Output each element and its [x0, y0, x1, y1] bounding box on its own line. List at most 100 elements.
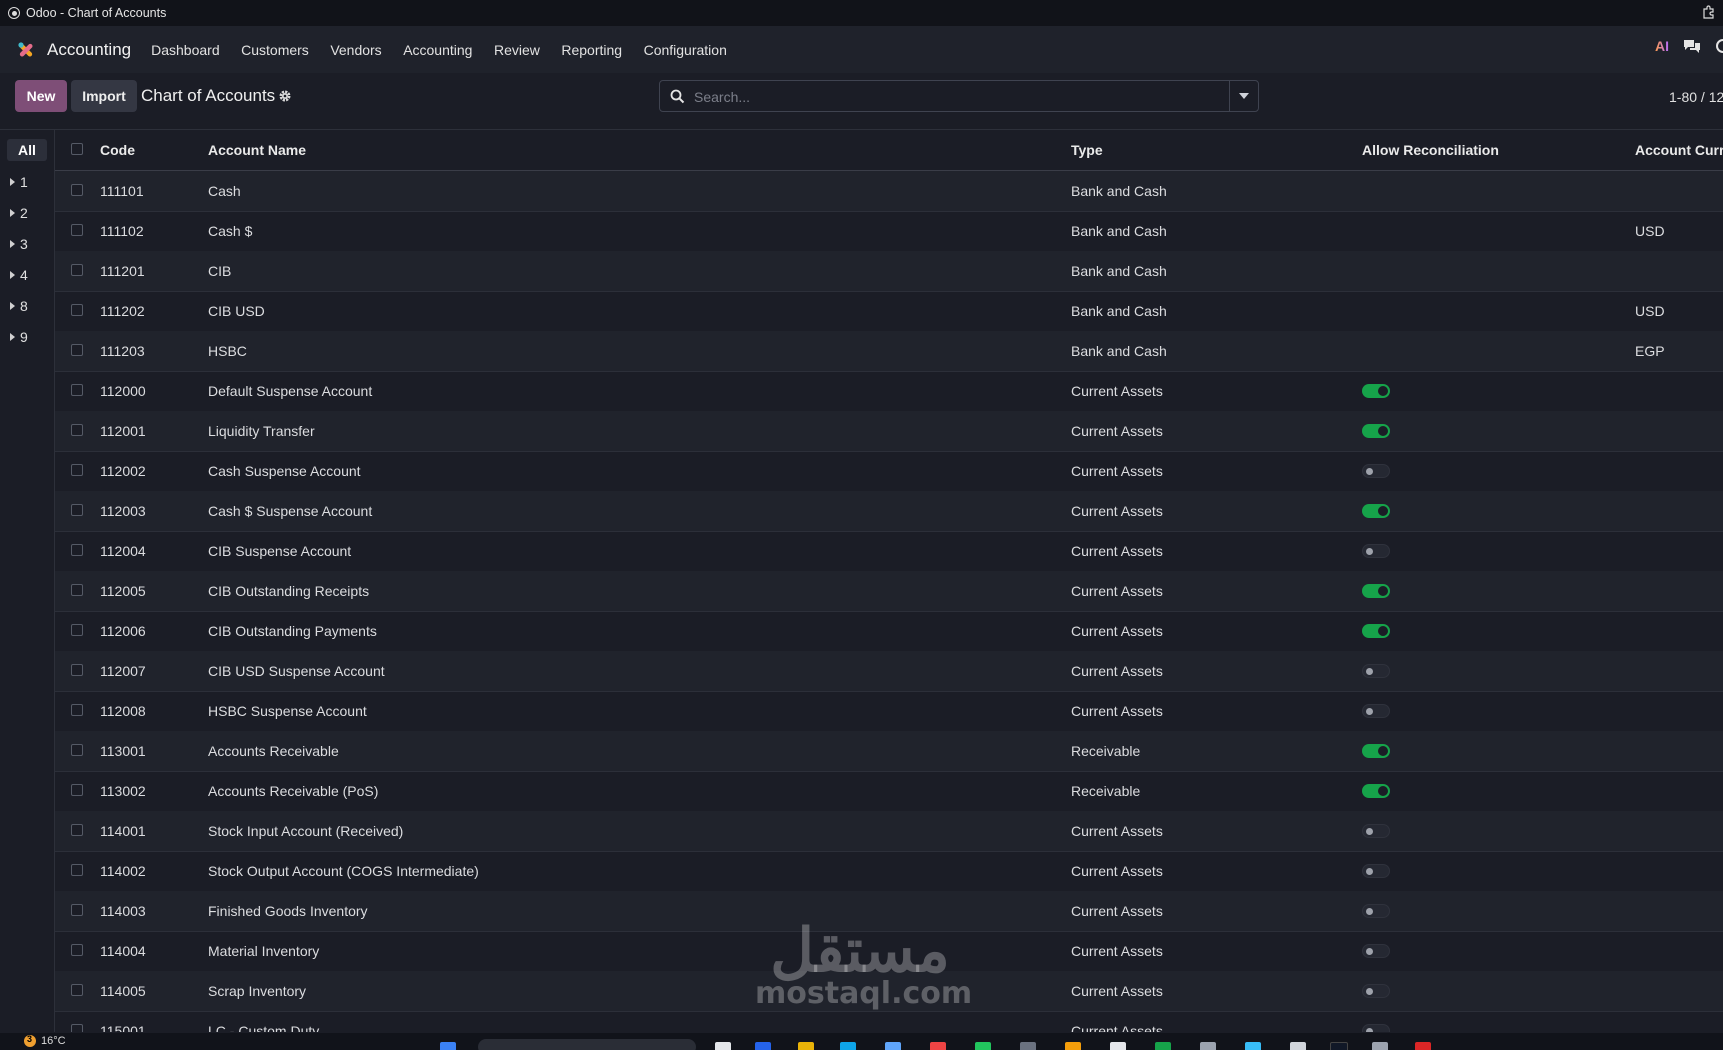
- chat-icon[interactable]: [1683, 38, 1701, 54]
- table-row[interactable]: 114001 Stock Input Account (Received) Curr…: [55, 811, 1723, 852]
- row-checkbox[interactable]: [71, 864, 83, 876]
- weather-widget[interactable]: 3 16°C: [24, 1034, 66, 1047]
- column-type[interactable]: Type: [1071, 142, 1103, 158]
- menu-vendors[interactable]: Vendors: [330, 42, 381, 58]
- taskbar-app-icon[interactable]: [1200, 1042, 1216, 1050]
- import-button[interactable]: Import: [71, 80, 137, 112]
- reconcile-toggle[interactable]: [1362, 944, 1390, 958]
- row-checkbox[interactable]: [71, 624, 83, 636]
- group-all[interactable]: All: [7, 139, 47, 161]
- group-item[interactable]: 2: [10, 205, 28, 221]
- reconcile-toggle[interactable]: [1362, 664, 1390, 678]
- extensions-icon[interactable]: [1701, 4, 1717, 20]
- row-checkbox[interactable]: [71, 704, 83, 716]
- row-checkbox[interactable]: [71, 824, 83, 836]
- reconcile-toggle[interactable]: [1362, 584, 1390, 598]
- select-all-checkbox[interactable]: [71, 143, 83, 155]
- group-item[interactable]: 1: [10, 174, 28, 190]
- reconcile-toggle[interactable]: [1362, 544, 1390, 558]
- table-row[interactable]: 112004 CIB Suspense Account Current Assets: [55, 531, 1723, 572]
- reconcile-toggle[interactable]: [1362, 784, 1390, 798]
- row-checkbox[interactable]: [71, 184, 83, 196]
- store-icon[interactable]: [885, 1042, 901, 1050]
- table-row[interactable]: 112001 Liquidity Transfer Current Assets: [55, 411, 1723, 452]
- taskbar-app-icon[interactable]: [1372, 1042, 1388, 1050]
- column-allow-reconciliation[interactable]: Allow Reconciliation: [1362, 142, 1499, 158]
- table-row[interactable]: 113001 Accounts Receivable Receivable: [55, 731, 1723, 772]
- table-row[interactable]: 112005 CIB Outstanding Receipts Current As…: [55, 571, 1723, 612]
- taskview-icon[interactable]: [715, 1042, 731, 1050]
- column-code[interactable]: Code: [100, 142, 135, 158]
- reconcile-toggle[interactable]: [1362, 464, 1390, 478]
- start-icon[interactable]: [440, 1042, 456, 1050]
- column-account-currency[interactable]: Account Curre: [1635, 142, 1723, 158]
- taskbar-app-icon[interactable]: [1330, 1042, 1348, 1050]
- row-checkbox[interactable]: [71, 344, 83, 356]
- reconcile-toggle[interactable]: [1362, 1024, 1390, 1032]
- reconcile-toggle[interactable]: [1362, 904, 1390, 918]
- group-item[interactable]: 8: [10, 298, 28, 314]
- search-input[interactable]: [692, 86, 1196, 108]
- row-checkbox[interactable]: [71, 664, 83, 676]
- group-item[interactable]: 9: [10, 329, 28, 345]
- browser-icon[interactable]: [1020, 1042, 1036, 1050]
- reconcile-toggle[interactable]: [1362, 424, 1390, 438]
- row-checkbox[interactable]: [71, 424, 83, 436]
- row-checkbox[interactable]: [71, 544, 83, 556]
- row-checkbox[interactable]: [71, 1024, 83, 1032]
- gear-icon[interactable]: [278, 89, 292, 103]
- table-row[interactable]: 111202 CIB USD Bank and Cash USD: [55, 291, 1723, 332]
- row-checkbox[interactable]: [71, 224, 83, 236]
- table-row[interactable]: 114004 Material Inventory Current Assets: [55, 931, 1723, 972]
- search-options-toggle[interactable]: [1229, 81, 1258, 111]
- row-checkbox[interactable]: [71, 384, 83, 396]
- reconcile-toggle[interactable]: [1362, 744, 1390, 758]
- accounting-app-icon[interactable]: [15, 39, 37, 61]
- ai-button[interactable]: AI: [1655, 38, 1669, 54]
- row-checkbox[interactable]: [71, 584, 83, 596]
- folder-icon[interactable]: [798, 1042, 814, 1050]
- group-item[interactable]: 3: [10, 236, 28, 252]
- table-row[interactable]: 112008 HSBC Suspense Account Current Asset…: [55, 691, 1723, 732]
- reconcile-toggle[interactable]: [1362, 504, 1390, 518]
- app-name[interactable]: Accounting: [47, 40, 131, 60]
- chrome-icon[interactable]: [1065, 1042, 1081, 1050]
- table-row[interactable]: 114002 Stock Output Account (COGS Interme…: [55, 851, 1723, 892]
- taskbar-app-icon[interactable]: [1415, 1042, 1431, 1050]
- row-checkbox[interactable]: [71, 304, 83, 316]
- taskbar-app-icon[interactable]: [975, 1042, 991, 1050]
- table-row[interactable]: 112002 Cash Suspense Account Current Asset…: [55, 451, 1723, 492]
- table-row[interactable]: 111203 HSBC Bank and Cash EGP: [55, 331, 1723, 372]
- reconcile-toggle[interactable]: [1362, 624, 1390, 638]
- table-row[interactable]: 112000 Default Suspense Account Current As…: [55, 371, 1723, 412]
- table-row[interactable]: 111201 CIB Bank and Cash: [55, 251, 1723, 292]
- table-row[interactable]: 114003 Finished Goods Inventory Current As…: [55, 891, 1723, 932]
- reconcile-toggle[interactable]: [1362, 824, 1390, 838]
- row-checkbox[interactable]: [71, 944, 83, 956]
- taskbar-app-icon[interactable]: [1110, 1042, 1126, 1050]
- menu-reporting[interactable]: Reporting: [561, 42, 622, 58]
- taskbar-app-icon[interactable]: [755, 1042, 771, 1050]
- taskbar-app-icon[interactable]: [1245, 1042, 1261, 1050]
- pager-value[interactable]: 1-80 / 12: [1669, 89, 1723, 105]
- menu-review[interactable]: Review: [494, 42, 540, 58]
- menu-customers[interactable]: Customers: [241, 42, 309, 58]
- menu-dashboard[interactable]: Dashboard: [151, 42, 220, 58]
- excel-icon[interactable]: [1155, 1042, 1171, 1050]
- reconcile-toggle[interactable]: [1362, 704, 1390, 718]
- column-account-name[interactable]: Account Name: [208, 142, 306, 158]
- taskbar-search[interactable]: [478, 1039, 696, 1050]
- taskbar-app-icon[interactable]: [1290, 1042, 1306, 1050]
- group-item[interactable]: 4: [10, 267, 28, 283]
- menu-configuration[interactable]: Configuration: [644, 42, 727, 58]
- table-row[interactable]: 115001 LC - Custom Duty Current Assets: [55, 1011, 1723, 1032]
- row-checkbox[interactable]: [71, 504, 83, 516]
- table-row[interactable]: 112006 CIB Outstanding Payments Current As…: [55, 611, 1723, 652]
- reconcile-toggle[interactable]: [1362, 984, 1390, 998]
- reconcile-toggle[interactable]: [1362, 384, 1390, 398]
- row-checkbox[interactable]: [71, 744, 83, 756]
- row-checkbox[interactable]: [71, 264, 83, 276]
- row-checkbox[interactable]: [71, 784, 83, 796]
- row-checkbox[interactable]: [71, 464, 83, 476]
- table-row[interactable]: 111102 Cash $ Bank and Cash USD: [55, 211, 1723, 252]
